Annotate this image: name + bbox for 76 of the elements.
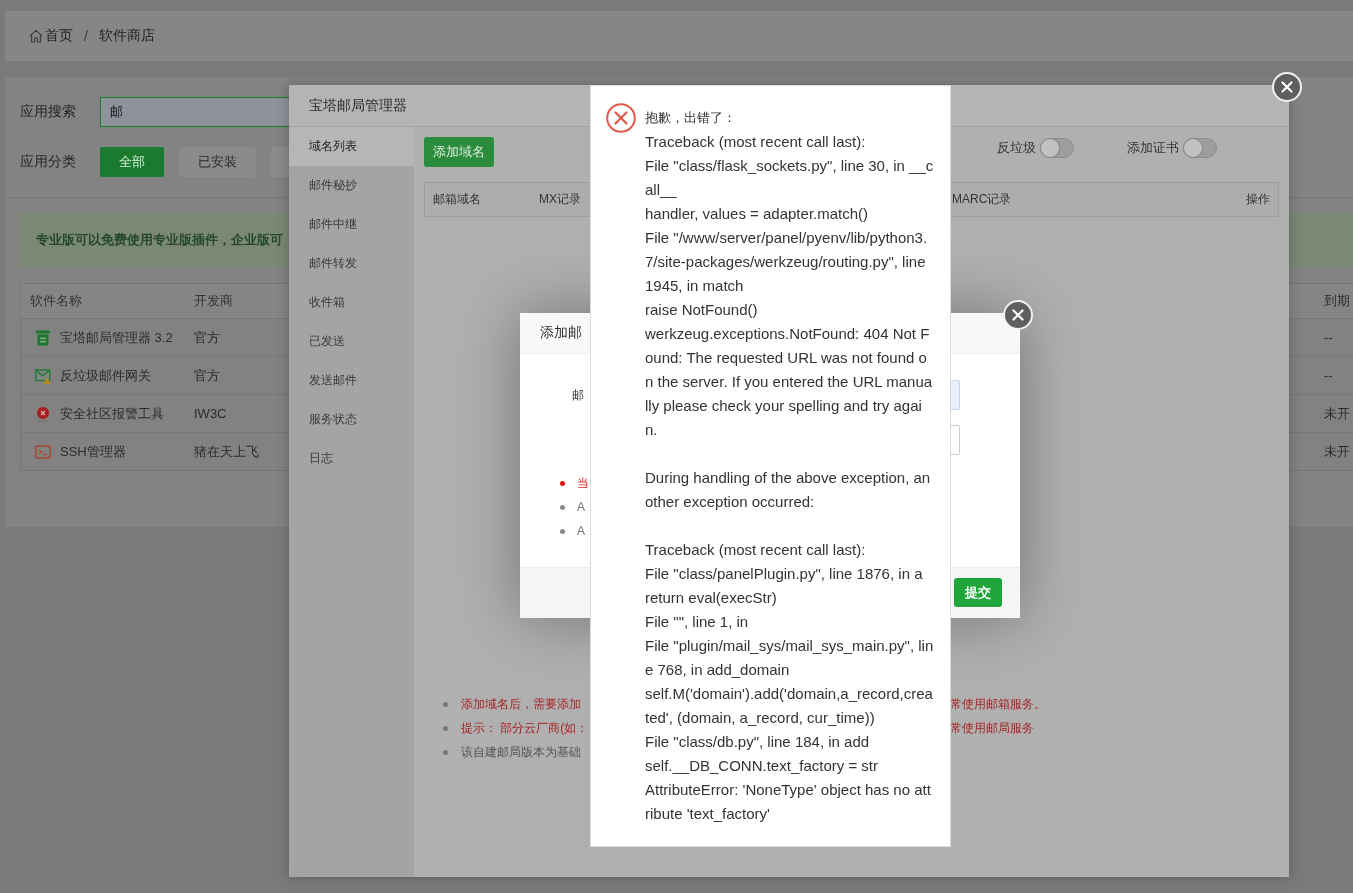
category-button[interactable] [271, 147, 289, 177]
traceback-line: handler, values = adapter.match() [645, 204, 870, 224]
traceback-line: werkzeug.exceptions.NotFound: 404 Not Found: The requested URL was not found on the server. If you entered the URL manually please check your spelling and try again. [645, 324, 934, 440]
submit-button[interactable]: 提交 [954, 578, 1002, 607]
bullet-dot-icon [560, 528, 565, 534]
traceback-line: During handling of the above exception, another exception occurred: [645, 468, 932, 512]
note-text: 添加域名后，需要添加 [461, 695, 582, 713]
bullet-dot-icon [560, 480, 565, 486]
switch-label: 添加证书 [1127, 139, 1179, 157]
error-title: 抱歉，出错了： [645, 109, 737, 127]
bullet-dot-icon [443, 725, 448, 731]
column-header: MX记录 [538, 191, 582, 208]
search-field[interactable]: 邮 [100, 97, 289, 127]
home-icon [29, 29, 43, 43]
column-header: 到期 [1323, 292, 1351, 310]
expiry-cell-text: -- [1323, 368, 1334, 383]
dialog-title: 添加邮 [540, 324, 582, 342]
developer-cell-text: 官方 [193, 328, 221, 347]
traceback-line: File "class/panelPlugin.py", line 1876, in a [645, 564, 924, 584]
column-header: 操作 [1246, 191, 1271, 208]
tip-text: 当 [577, 474, 589, 492]
terminal-icon [35, 443, 51, 460]
category-label: 应用分类 [20, 153, 77, 171]
add-domain-button[interactable]: 添加域名 [424, 137, 494, 167]
developer-cell-text: 猪在天上飞 [193, 442, 260, 461]
traceback-line: self.__DB_CONN.text_factory = str [645, 756, 879, 776]
menu-item[interactable]: 域名列表 [289, 127, 414, 166]
expiry-cell-text: -- [1323, 330, 1334, 345]
banner-text: 专业版可以免费使用专业版插件，企业版可 [36, 231, 283, 249]
expiry-cell-text: 未开 [1323, 404, 1351, 423]
window-title: 宝塔邮局管理器 [309, 96, 407, 115]
bullet-dot-icon [443, 749, 448, 755]
error-icon [606, 103, 636, 133]
bullet-dot-icon [560, 504, 565, 510]
field-label: 邮 [572, 386, 584, 404]
column-header: MARC记录 [951, 191, 1013, 208]
alert-dot-icon [35, 405, 51, 422]
toggle-switch[interactable] [1040, 138, 1074, 158]
close-icon [1012, 309, 1024, 321]
traceback-line: AttributeError: 'NoneType' object has no attribute 'text_factory' [645, 780, 932, 824]
column-header: 软件名称 [29, 292, 83, 310]
software-name[interactable]: 宝塔邮局管理器 3.2 [60, 328, 173, 347]
column-header: 开发商 [193, 292, 234, 310]
expiry-cell-text: 未开 [1323, 442, 1351, 461]
bullet-dot-icon [443, 701, 448, 707]
close-button[interactable] [1272, 72, 1302, 102]
note-text: 常使用邮局服务 [950, 719, 1035, 737]
traceback-line: return eval(execStr) [645, 588, 778, 608]
software-name[interactable]: 安全社区报警工具 [60, 404, 164, 423]
category-button[interactable]: 已安装 [179, 147, 256, 177]
software-name[interactable]: 反垃圾邮件网关 [60, 366, 151, 385]
search-label: 应用搜索 [20, 103, 77, 121]
stack-icon [35, 329, 51, 346]
traceback-line: Traceback (most recent call last): [645, 132, 867, 152]
switch-label: 反垃圾 [997, 139, 1036, 157]
tip-text: A [577, 524, 585, 538]
note-text: 该自建邮局版本为基础 [461, 743, 582, 761]
software-name[interactable]: SSH管理器 [60, 442, 126, 461]
home-link[interactable]: 首页 [29, 27, 73, 45]
category-button[interactable]: 全部 [100, 147, 164, 177]
traceback-line: File "", line 1, in [645, 612, 750, 632]
close-icon [1281, 81, 1293, 93]
tip-text: A [577, 500, 585, 514]
traceback-line: File "class/db.py", line 184, in add [645, 732, 871, 752]
toggle-switch[interactable] [1183, 138, 1217, 158]
developer-cell-text: IW3C [193, 406, 228, 421]
breadcrumb-separator: / [84, 28, 88, 44]
note-text: 提示： 部分云厂商(如： [461, 719, 590, 737]
traceback-line: raise NotFound() [645, 300, 759, 320]
traceback-line: self.M('domain').add('domain,a_record,created', (domain, a_record, cur_time)) [645, 684, 934, 728]
developer-cell-text: 官方 [193, 366, 221, 385]
column-header: 邮箱域名 [432, 191, 482, 208]
note-text: 常使用邮箱服务。 [950, 695, 1047, 713]
envelope-warning-icon [35, 367, 51, 384]
breadcrumb-current: 软件商店 [98, 27, 155, 45]
traceback-line: Traceback (most recent call last): [645, 540, 867, 560]
